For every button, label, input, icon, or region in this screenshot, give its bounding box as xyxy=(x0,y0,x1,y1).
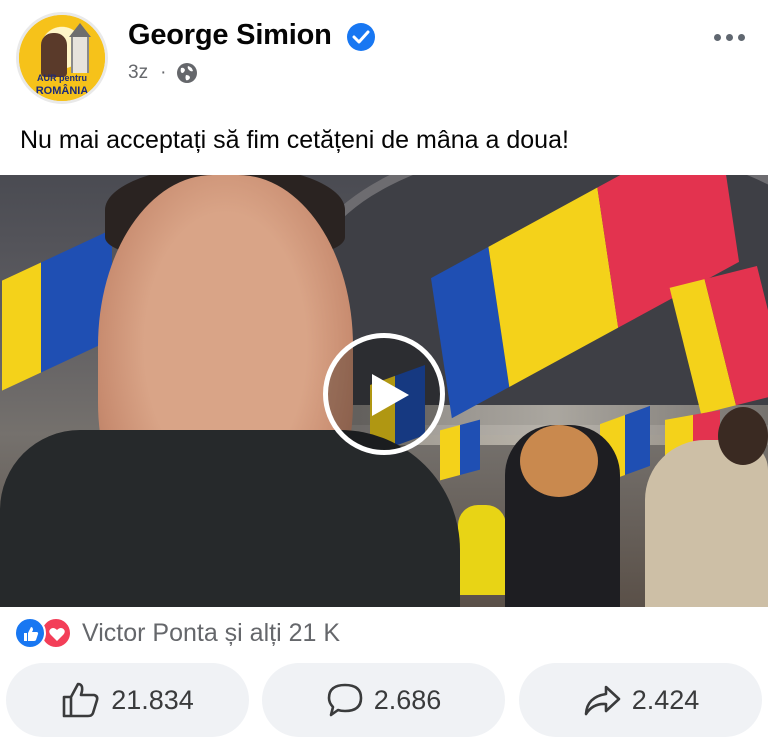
post-header: AUR pentru ROMÂNIA George Simion 3z · xyxy=(0,0,768,115)
video-person-yellow xyxy=(458,505,506,595)
video-person-woman-hair xyxy=(520,425,598,497)
more-options-icon[interactable] xyxy=(714,34,745,41)
comment-button[interactable]: 2.686 xyxy=(262,663,505,737)
video-speaker-jacket xyxy=(0,430,460,607)
video-person-right xyxy=(645,440,768,607)
post-text: Nu mai acceptați să fim cetățeni de mâna… xyxy=(20,126,569,154)
post-meta: 3z · xyxy=(128,62,198,84)
avatar-logo-line2: ROMÂNIA xyxy=(35,85,89,97)
thumbs-up-icon xyxy=(62,682,99,718)
post-time[interactable]: 3z xyxy=(128,62,148,84)
video-person-right-head xyxy=(718,407,768,465)
share-button[interactable]: 2.424 xyxy=(519,663,762,737)
share-icon xyxy=(584,685,621,716)
avatar-logo-line1: AUR pentru xyxy=(37,73,87,83)
verified-badge-icon xyxy=(347,23,375,51)
avatar-church xyxy=(69,23,91,73)
video-player[interactable] xyxy=(0,175,768,607)
comment-count: 2.686 xyxy=(373,684,442,715)
avatar-person xyxy=(41,33,67,77)
share-count: 2.424 xyxy=(631,684,700,715)
like-button[interactable]: 21.834 xyxy=(6,663,249,737)
author-name[interactable]: George Simion xyxy=(128,19,332,52)
reactions-summary-text: Victor Ponta și alți 21 K xyxy=(82,618,341,647)
play-icon[interactable] xyxy=(323,333,445,455)
video-flag-small-2 xyxy=(440,419,480,481)
reactions-summary[interactable]: Victor Ponta și alți 21 K xyxy=(14,617,340,649)
globe-icon xyxy=(177,63,198,83)
video-flag-left xyxy=(2,229,112,391)
like-reaction-icon xyxy=(14,617,46,649)
like-count: 21.834 xyxy=(111,684,194,715)
meta-separator: · xyxy=(160,62,167,83)
author-avatar[interactable]: AUR pentru ROMÂNIA xyxy=(16,12,108,104)
comment-icon xyxy=(327,683,363,717)
